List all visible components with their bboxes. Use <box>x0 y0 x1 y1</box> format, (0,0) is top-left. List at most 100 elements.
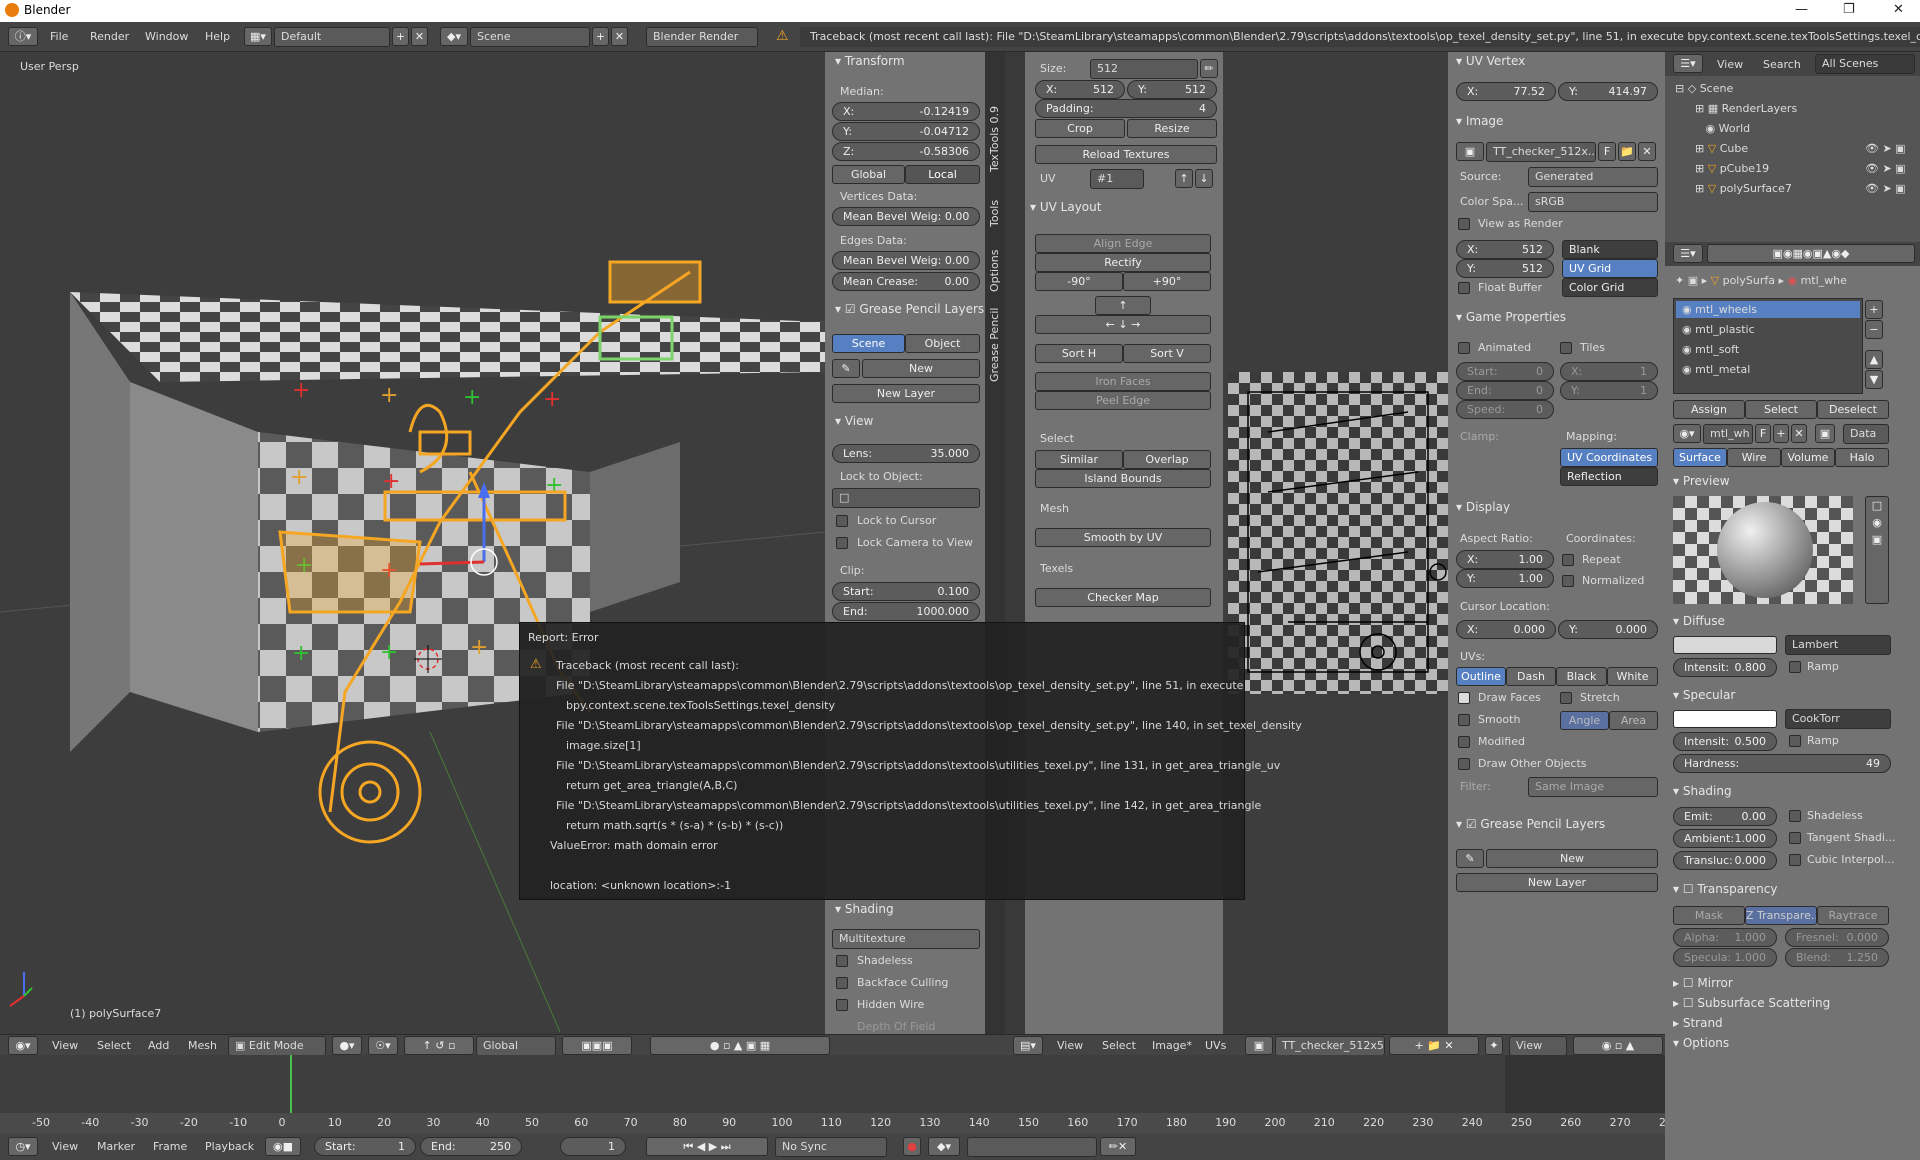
image-browse-icon[interactable]: ▣ <box>1456 142 1484 161</box>
stretch-area-button[interactable]: Area <box>1609 711 1658 730</box>
tl-menu-frame[interactable]: Frame <box>153 1140 187 1153</box>
error-message[interactable]: Traceback (most recent call last): File … <box>810 30 1920 43</box>
hardness-field[interactable]: Hardness: 49 <box>1673 754 1891 773</box>
shadeless-checkbox[interactable] <box>836 955 848 967</box>
add-slot-icon[interactable]: + <box>1865 300 1883 319</box>
deselect-button[interactable]: Deselect <box>1817 400 1889 419</box>
tl-menu-marker[interactable]: Marker <box>97 1140 135 1153</box>
lock-camera-checkbox[interactable] <box>836 537 848 549</box>
specular-ramp-checkbox[interactable] <box>1789 735 1801 747</box>
uv-gp-header[interactable]: ▾ ☑ Grease Pencil Layers <box>1456 817 1605 831</box>
island-bounds-button[interactable]: Island Bounds <box>1035 469 1211 488</box>
smooth-checkbox[interactable] <box>1458 714 1470 726</box>
ambient-field[interactable]: Ambient: 1.000 <box>1673 829 1777 848</box>
modified-checkbox[interactable] <box>1458 736 1470 748</box>
overlap-button[interactable]: Overlap <box>1123 450 1211 469</box>
uv-style-black[interactable]: Black <box>1556 667 1607 686</box>
lens-field[interactable]: Lens: 35.000 <box>832 444 980 463</box>
stretch-angle-button[interactable]: Angle <box>1560 711 1609 730</box>
crop-button[interactable]: Crop <box>1035 119 1125 138</box>
restore-icon[interactable]: ❐ <box>1843 2 1855 17</box>
fresnel-field[interactable]: Fresnel: 0.000 <box>1785 928 1889 947</box>
color-space-select[interactable]: sRGB <box>1528 192 1658 212</box>
smooth-by-uv-button[interactable]: Smooth by UV <box>1035 528 1211 547</box>
material-unlink-icon[interactable]: ✕ <box>1791 424 1807 443</box>
transparency-header[interactable]: ▾ ☐ Transparency <box>1673 882 1777 896</box>
editor-type-uv-icon[interactable]: ▤▾ <box>1013 1036 1043 1055</box>
outliner-item[interactable]: ◉ World <box>1695 122 1751 135</box>
frame-end-field[interactable]: End: 250 <box>420 1137 522 1156</box>
outliner-menu-search[interactable]: Search <box>1763 58 1801 71</box>
visibility-icons[interactable]: 👁 ➤ ▣ <box>1865 142 1906 155</box>
tl-menu-playback[interactable]: Playback <box>205 1140 254 1153</box>
diffuse-color-swatch[interactable] <box>1673 636 1777 654</box>
game-speed-field[interactable]: Speed: 0 <box>1456 400 1554 419</box>
sort-v-button[interactable]: Sort V <box>1123 344 1211 363</box>
display-header[interactable]: ▾ Display <box>1456 500 1510 514</box>
uv-style-dash[interactable]: Dash <box>1506 667 1556 686</box>
repeat-checkbox[interactable] <box>1562 554 1574 566</box>
size-y-field[interactable]: Y: 512 <box>1127 80 1217 99</box>
outliner-item[interactable]: ⊟ ◇ Scene <box>1675 82 1733 95</box>
gen-color-grid-option[interactable]: Color Grid <box>1562 278 1658 297</box>
similar-button[interactable]: Similar <box>1035 450 1123 469</box>
uv-channel-select[interactable]: #1 <box>1090 169 1144 189</box>
tab-options[interactable]: Options <box>988 250 1001 292</box>
translucency-field[interactable]: Transluc: 0.000 <box>1673 851 1777 870</box>
animated-checkbox[interactable] <box>1458 342 1470 354</box>
record-icon[interactable]: ● <box>903 1137 921 1156</box>
view-panel-header[interactable]: ▾ View <box>835 414 873 428</box>
gen-y-field[interactable]: Y: 512 <box>1456 259 1554 278</box>
transp-ztransparency-tab[interactable]: Z Transpare... <box>1745 906 1817 925</box>
open-image-icon[interactable]: 📁 <box>1618 142 1636 161</box>
screen-layout-field[interactable]: Default <box>274 27 390 47</box>
uv-vertex-y[interactable]: Y: 414.97 <box>1558 82 1658 101</box>
menu-add[interactable]: Add <box>148 1039 169 1052</box>
pivot-icon[interactable]: ☉▾ <box>368 1036 398 1055</box>
specular-header[interactable]: ▾ Specular <box>1673 688 1735 702</box>
editor-type-properties-icon[interactable]: ☰▾ <box>1673 244 1703 263</box>
lock-object-field[interactable]: □ <box>832 488 980 508</box>
menu-select[interactable]: Select <box>97 1039 131 1052</box>
checker-map-button[interactable]: Checker Map <box>1035 588 1211 607</box>
viewport-shading-icon[interactable]: ●▾ <box>332 1036 362 1055</box>
editor-type-timeline-icon[interactable]: ◷▾ <box>8 1137 38 1156</box>
shading-mode-select[interactable]: Multitexture <box>832 929 980 949</box>
editor-type-info-icon[interactable]: ⓘ▾ <box>8 27 38 46</box>
resize-button[interactable]: Resize <box>1127 119 1217 138</box>
pencil-icon[interactable]: ✎ <box>832 359 860 378</box>
menu-file[interactable]: File <box>50 30 68 43</box>
float-buffer-checkbox[interactable] <box>1458 282 1470 294</box>
uv-menu-uvs[interactable]: UVs <box>1205 1039 1226 1052</box>
uv-menu-view[interactable]: View <box>1057 1039 1083 1052</box>
tiles-x-field[interactable]: X: 1 <box>1560 362 1658 381</box>
orientation-select[interactable]: Global <box>476 1036 556 1056</box>
uv-vertex-header[interactable]: ▾ UV Vertex <box>1456 54 1525 68</box>
uv-menu-select[interactable]: Select <box>1102 1039 1136 1052</box>
size-select[interactable]: 512 <box>1090 59 1198 79</box>
menu-help[interactable]: Help <box>205 30 230 43</box>
aspect-x-field[interactable]: X: 1.00 <box>1456 550 1554 569</box>
close-icon[interactable]: ✕ <box>1893 2 1904 17</box>
specular-shader-select[interactable]: CookTorr <box>1785 709 1891 729</box>
median-x-field[interactable]: X: -0.12419 <box>832 102 980 121</box>
specular-intensity-field[interactable]: Intensit: 0.500 <box>1673 732 1777 751</box>
editor-type-outliner-icon[interactable]: ☰▾ <box>1673 54 1703 73</box>
keying-set-field[interactable] <box>967 1137 1097 1157</box>
outliner-item[interactable]: ⊞ ▦ RenderLayers <box>1695 102 1797 115</box>
specular-color-swatch[interactable] <box>1673 710 1777 728</box>
scene-icon[interactable]: ◆▾ <box>440 27 468 46</box>
menu-window[interactable]: Window <box>145 30 188 43</box>
material-link-icon[interactable]: ▣ <box>1815 424 1835 443</box>
gp-new-layer-button[interactable]: New Layer <box>832 384 980 403</box>
strand-header[interactable]: ▸ Strand <box>1673 1016 1723 1030</box>
source-select[interactable]: Generated <box>1528 167 1658 187</box>
gen-x-field[interactable]: X: 512 <box>1456 240 1554 259</box>
mode-select[interactable]: ▣ Edit Mode <box>228 1036 326 1056</box>
minimize-icon[interactable]: — <box>1795 2 1808 17</box>
sss-header[interactable]: ▸ ☐ Subsurface Scattering <box>1673 996 1830 1010</box>
preview-type-icons[interactable]: □ ◉ ▣ <box>1865 496 1889 604</box>
tab-wire[interactable]: Wire <box>1727 448 1781 467</box>
blend-field[interactable]: Blend: 1.250 <box>1785 948 1889 967</box>
rotate-pos-button[interactable]: +90° <box>1123 272 1211 291</box>
